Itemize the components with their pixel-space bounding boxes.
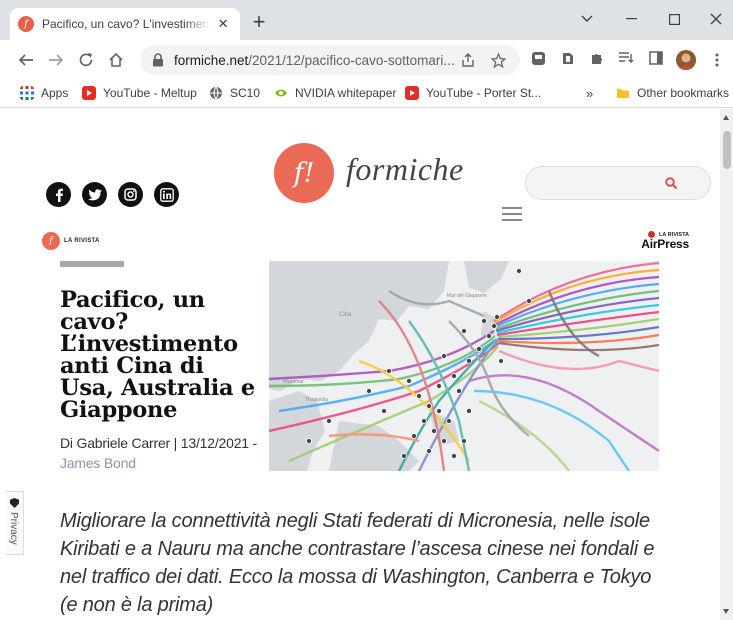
site-search-input[interactable] [525,166,711,200]
twitter-icon[interactable] [82,182,107,207]
bookmark-sc10[interactable]: SC10 [209,86,260,100]
la-rivista-label: LA RIVISTA [64,238,100,244]
close-tab-icon[interactable]: ✕ [214,15,232,33]
bookmark-label: YouTube - Porter St... [426,86,542,100]
globe-icon [210,86,222,100]
address-bar[interactable]: formiche.net/2021/12/pacifico-cavo-sotto… [140,45,520,75]
page-scrollbar[interactable] [720,109,733,620]
minimize-icon[interactable] [616,8,646,30]
reading-list-icon[interactable] [616,48,636,68]
browser-menu-icon[interactable] [707,50,727,70]
tab-search-icon[interactable] [572,8,602,30]
bookmark-label: NVIDIA whitepaper [295,86,397,100]
article-byline: Di Gabriele Carrer | 13/12/2021 - James … [60,433,265,473]
bookmark-label: Apps [41,86,69,100]
tab-title: Pacifico, un cavo? L'investimento anti C… [42,17,210,31]
close-window-icon[interactable] [701,8,731,30]
bookmark-youtube-porter[interactable]: YouTube - Porter St... [405,86,541,100]
formiche-logo-mark[interactable]: f! [274,143,334,203]
facebook-icon[interactable] [46,182,71,207]
airpress-name: AirPress [641,237,689,251]
back-icon[interactable] [14,48,38,72]
folder-icon [617,89,629,98]
side-panel-icon[interactable] [646,48,666,68]
bookmark-star-icon[interactable] [488,50,508,70]
la-rivista-badge[interactable]: f LA RIVISTA [42,232,100,250]
bookmarks-overflow-button[interactable]: » [586,86,593,101]
byline-text: Di Gabriele Carrer | 13/12/2021 - [60,435,258,451]
article-lead-paragraph: Migliorare la connettività negli Stati f… [60,510,655,616]
url-text: formiche.net/2021/12/pacifico-cavo-sotto… [174,52,455,68]
extension-2-icon[interactable] [558,48,578,68]
privacy-label: Privacy [8,512,19,545]
apps-grid-icon [20,86,34,100]
active-tab[interactable]: f Pacifico, un cavo? L'investimento anti… [10,8,240,40]
other-bookmarks[interactable]: Other bookmarks [616,86,729,100]
share-icon[interactable] [458,50,478,70]
map-label: Mar del Giappone [447,293,487,299]
instagram-icon[interactable] [118,182,143,207]
search-icon[interactable] [665,177,678,190]
map-label: Myanmar [283,379,304,385]
extension-1-icon[interactable] [528,48,548,68]
map-label: Cina [339,312,352,318]
bookmark-label: Other bookmarks [637,86,730,100]
browser-toolbar: formiche.net/2021/12/pacifico-cavo-sotto… [0,40,733,80]
new-tab-button[interactable]: + [248,11,270,34]
article-headline: Pacifico, un cavo? L’investimento anti C… [60,287,255,423]
airpress-badge[interactable]: LA RIVISTA AirPress [633,231,689,250]
profile-avatar[interactable] [676,50,696,70]
formiche-favicon-icon: f [18,16,34,32]
formiche-logo-wordmark[interactable]: formiche [346,151,464,188]
bookmark-label: SC10 [230,86,261,100]
nvidia-icon [275,89,287,97]
section-divider [60,261,124,267]
hamburger-menu-icon[interactable] [502,207,522,221]
tab-strip: f Pacifico, un cavo? L'investimento anti… [0,0,733,40]
youtube-icon [82,86,96,100]
youtube-icon [405,86,419,100]
forward-icon[interactable] [44,48,68,72]
formiche-small-logo-icon: f [42,232,60,250]
map-label: Thailandia [305,397,328,403]
reload-icon[interactable] [74,48,98,72]
bookmark-youtube-meltup[interactable]: YouTube - Meltup [82,86,197,100]
maximize-icon[interactable] [659,8,689,30]
webpage: f! formiche f LA RIVISTA LA RIVISTA AirP… [0,109,720,620]
scroll-down-icon[interactable] [723,609,729,614]
bookmarks-bar: Apps YouTube - Meltup SC10 NVIDIA whitep… [0,80,733,108]
bookmark-label: YouTube - Meltup [103,86,197,100]
scroll-up-icon[interactable] [723,115,729,120]
linkedin-icon[interactable] [154,182,179,207]
bookmark-nvidia[interactable]: NVIDIA whitepaper [274,86,396,100]
bookmark-apps[interactable]: Apps [20,86,68,100]
lock-icon[interactable] [152,53,164,67]
author-link[interactable]: James Bond [60,455,136,471]
submarine-cable-map-image: Cina Myanmar Thailandia Mar del Giappone [269,261,659,471]
shield-icon [10,498,19,508]
puzzle-extensions-icon[interactable] [587,48,607,68]
privacy-settings-tab[interactable]: Privacy [6,491,24,555]
scroll-thumb[interactable] [723,131,731,169]
home-icon[interactable] [104,48,128,72]
